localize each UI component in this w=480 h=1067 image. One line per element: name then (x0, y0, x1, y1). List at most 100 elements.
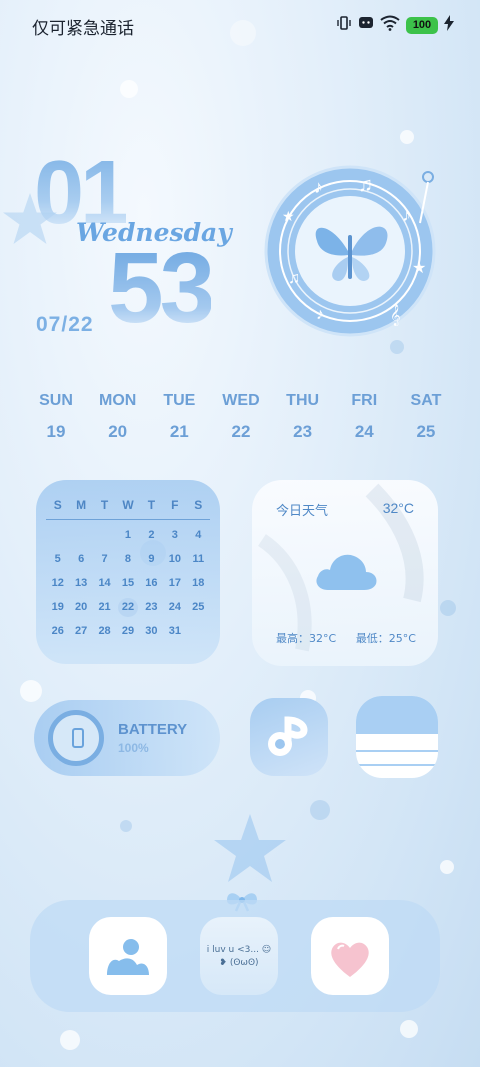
phone-icon (72, 728, 84, 748)
svg-text:♫: ♫ (288, 270, 300, 287)
svg-text:𝄞: 𝄞 (390, 305, 401, 326)
week-day-name: MON (98, 392, 137, 409)
notification-icon (358, 15, 374, 36)
dock: i luv u <3... ☺ ❥ (ʘωʘ) (30, 900, 440, 1012)
calendar-header-day: M (76, 498, 87, 512)
calendar-day[interactable]: 11 (187, 550, 210, 569)
calendar-header-day: T (100, 498, 109, 512)
calendar-day[interactable]: 30 (140, 622, 163, 641)
calendar-day[interactable]: 17 (163, 574, 186, 593)
heart-app-icon[interactable] (311, 917, 389, 995)
calendar-day[interactable]: 7 (93, 550, 116, 569)
calendar-day[interactable]: 4 (187, 526, 210, 545)
week-day-number: 21 (169, 422, 189, 441)
notes-line (356, 750, 438, 752)
clock-date: 07/22 (36, 313, 94, 336)
calendar-day[interactable]: 1 (116, 526, 139, 545)
calendar-day[interactable]: 10 (163, 550, 186, 569)
calendar-day[interactable]: 14 (93, 574, 116, 593)
calendar-day[interactable]: 26 (46, 622, 69, 641)
week-day-number: 19 (46, 422, 66, 441)
week-day: SAT 25 (396, 392, 456, 442)
vibrate-icon (336, 15, 352, 36)
week-day-number: 24 (354, 422, 374, 441)
cloud-icon (314, 548, 378, 597)
calendar-header-day: S (53, 498, 62, 512)
music-app-icon[interactable] (250, 698, 328, 776)
charging-icon (444, 15, 454, 36)
clock-minute: 53 (108, 232, 215, 344)
memo-line-1: i luv u <3... ☺ (206, 945, 272, 955)
week-day-number: 20 (108, 422, 128, 441)
battery-label: BATTERY (118, 721, 188, 738)
calendar-day[interactable]: 23 (140, 598, 163, 617)
battery-icon: 100 (406, 17, 438, 34)
weather-title: 今日天气 (276, 504, 329, 519)
calendar-day[interactable]: 12 (46, 574, 69, 593)
calendar-header-day: S (194, 498, 203, 512)
week-day-name: SUN (39, 392, 73, 409)
gallery-app-icon[interactable] (89, 917, 167, 995)
clock-weekday: Wednesday (76, 218, 232, 247)
calendar-day[interactable]: 5 (46, 550, 69, 569)
calendar-header-day: T (147, 498, 156, 512)
week-day: TUE 21 (149, 392, 209, 442)
week-day-number: 23 (293, 422, 313, 441)
week-day-name: WED (222, 392, 260, 409)
svg-text:♪: ♪ (316, 306, 324, 323)
week-day: MON 20 (88, 392, 148, 442)
week-day: THU 23 (273, 392, 333, 442)
svg-text:♫: ♫ (358, 174, 373, 196)
calendar-day[interactable]: 6 (69, 550, 92, 569)
calendar-day[interactable]: 25 (187, 598, 210, 617)
week-day-name: TUE (163, 392, 196, 409)
calendar-day[interactable]: 2 (140, 526, 163, 545)
calendar-day[interactable]: 29 (116, 622, 139, 641)
weather-high: 最高：32°C (276, 632, 337, 645)
week-day-name: SAT (410, 392, 442, 409)
memo-line-2: ❥ (ʘωʘ) (219, 958, 259, 968)
calendar-day[interactable] (93, 526, 116, 545)
calendar-grid: 1 2 3 4 5 6 7 8 9 10 11 12 13 14 15 16 17 18 19 20 21 22 23 24 2… (36, 520, 220, 641)
svg-text:★: ★ (282, 208, 295, 224)
svg-text:★: ★ (412, 260, 426, 277)
calendar-day[interactable]: 19 (46, 598, 69, 617)
week-day-name: FRI (351, 392, 378, 409)
calendar-day[interactable] (187, 622, 210, 641)
memo-widget[interactable]: i luv u <3... ☺ ❥ (ʘωʘ) (200, 917, 278, 995)
calendar-header-day: F (171, 498, 179, 512)
calendar-day[interactable]: 20 (69, 598, 92, 617)
calendar-day[interactable]: 21 (93, 598, 116, 617)
calendar-day[interactable]: 3 (163, 526, 186, 545)
calendar-day[interactable]: 31 (163, 622, 186, 641)
calendar-day[interactable]: 24 (163, 598, 186, 617)
carrier-text: 仅可紧急通话 (32, 19, 134, 39)
notes-app-icon[interactable] (356, 696, 438, 778)
week-day: FRI 24 (334, 392, 394, 442)
calendar-day[interactable]: 9 (140, 550, 163, 569)
calendar-day[interactable]: 15 (116, 574, 139, 593)
battery-ring-icon (48, 710, 104, 766)
svg-text:♪: ♪ (314, 177, 323, 197)
week-day-number: 25 (416, 422, 436, 441)
calendar-day[interactable]: 27 (69, 622, 92, 641)
battery-percent: 100% (118, 741, 149, 755)
calendar-day[interactable]: 16 (140, 574, 163, 593)
calendar-header-day: W (122, 498, 134, 512)
weather-widget[interactable]: 今日天气 32°C 最高：32°C 最低：25°C (252, 480, 438, 666)
calendar-widget[interactable]: S M T W T F S 1 2 3 4 5 6 7 8 9 10 11 12 13 14 15 16 17 1… (36, 480, 220, 664)
calendar-day[interactable] (46, 526, 69, 545)
calendar-day[interactable]: 28 (93, 622, 116, 641)
battery-widget[interactable]: BATTERY 100% (34, 700, 220, 776)
calendar-day-today[interactable]: 22 (117, 598, 138, 617)
weather-temperature: 32°C (382, 500, 414, 516)
calendar-day[interactable] (69, 526, 92, 545)
calendar-day[interactable]: 13 (69, 574, 92, 593)
calendar-day[interactable]: 18 (187, 574, 210, 593)
notes-line (356, 764, 438, 766)
week-day: WED 22 (211, 392, 271, 442)
music-disc-widget[interactable]: ♪ ♫ ♪ ★ ★ ♫ 𝄞 ♪ (262, 163, 442, 343)
notes-header-band (356, 696, 438, 734)
calendar-day[interactable]: 8 (116, 550, 139, 569)
status-icons: 100 (336, 15, 454, 36)
